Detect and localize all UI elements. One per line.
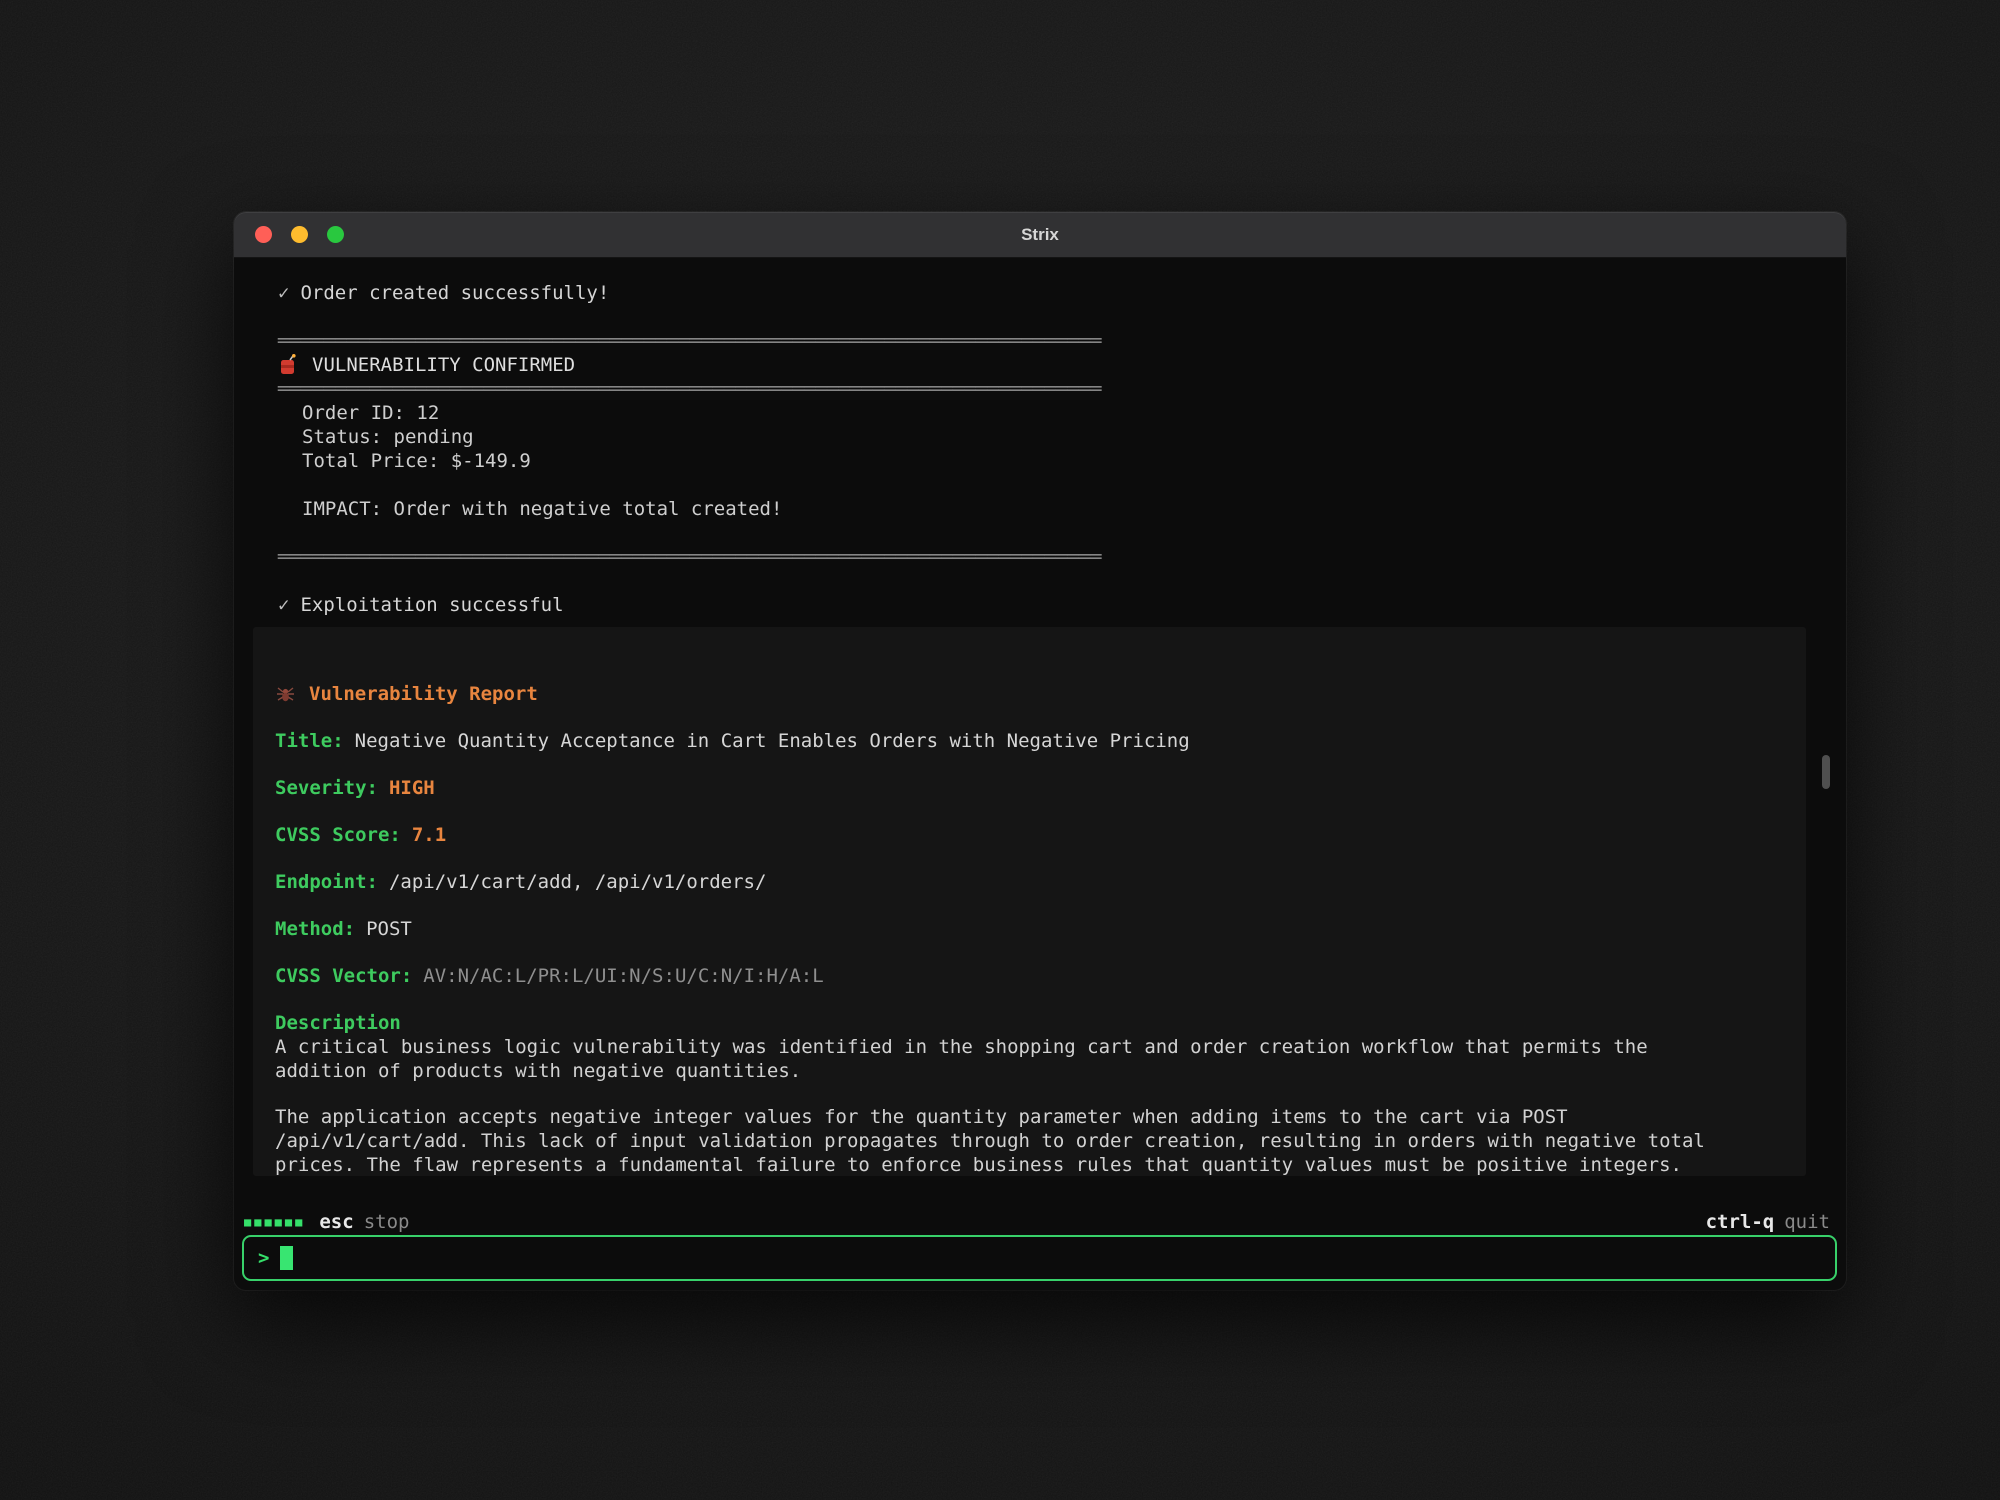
vulnerability-report-panel: Vulnerability Report Title: Negative Quan…	[253, 627, 1806, 1176]
order-status-line: Status: pending	[234, 425, 1846, 449]
field-label: Title:	[275, 730, 344, 752]
report-field-endpoint: Endpoint: /api/v1/cart/add, /api/v1/order…	[275, 870, 1766, 894]
check-icon: ✓	[278, 282, 289, 304]
spinner-blocks-icon: ■■■■■■	[244, 1215, 305, 1229]
prompt-chevron: >	[258, 1247, 269, 1269]
cvss-score-value: 7.1	[412, 824, 446, 846]
spider-icon	[275, 684, 296, 704]
dynamite-icon	[278, 354, 298, 376]
cvss-vector-value: AV:N/AC:L/PR:L/UI:N/S:U/C:N/I:H/A:L	[423, 965, 823, 987]
status-bar: ■■■■■■ esc stop ctrl-q quit	[244, 1210, 1830, 1234]
quit-action-label: quit	[1784, 1211, 1830, 1233]
traffic-lights	[255, 212, 344, 257]
esc-action-label: stop	[364, 1211, 410, 1233]
strix-window: Strix ✓ Order created successfully! ═════…	[234, 212, 1846, 1290]
desktop-background: { "window": { "title": "Strix" }, "color…	[0, 0, 2000, 1500]
report-header: Vulnerability Report	[275, 682, 1766, 706]
severity-badge: HIGH	[389, 777, 435, 799]
description-paragraph: The application accepts negative integer…	[275, 1105, 1722, 1176]
order-created-line: ✓ Order created successfully!	[234, 281, 1846, 305]
field-label: Method:	[275, 918, 355, 940]
report-field-cvss-score: CVSS Score: 7.1	[275, 823, 1766, 847]
field-label: Endpoint:	[275, 871, 378, 893]
status-bar-left: ■■■■■■ esc stop	[244, 1211, 409, 1233]
window-title: Strix	[1021, 225, 1059, 245]
order-id-line: Order ID: 12	[234, 401, 1846, 425]
report-field-severity: Severity: HIGH	[275, 776, 1766, 800]
report-title: Vulnerability Report	[309, 682, 538, 706]
divider-line: ════════════════════════════════════════…	[234, 377, 1846, 401]
impact-line: IMPACT: Order with negative total create…	[234, 497, 1846, 521]
report-field-method: Method: POST	[275, 917, 1766, 941]
check-icon: ✓	[278, 594, 289, 616]
field-label: CVSS Vector:	[275, 965, 412, 987]
description-heading: Description	[275, 1011, 1766, 1035]
terminal-output: ✓ Order created successfully! ═══════════…	[234, 281, 1846, 1176]
minimize-button[interactable]	[291, 226, 308, 243]
text-cursor	[280, 1246, 293, 1270]
field-label: Severity:	[275, 777, 378, 799]
window-titlebar[interactable]: Strix	[234, 212, 1846, 258]
field-value: Negative Quantity Acceptance in Cart Ena…	[355, 730, 1190, 752]
vulnerability-confirmed-line: VULNERABILITY CONFIRMED	[234, 353, 1846, 377]
field-label: CVSS Score:	[275, 824, 401, 846]
description-paragraph: A critical business logic vulnerability …	[275, 1035, 1722, 1083]
close-button[interactable]	[255, 226, 272, 243]
vulnerability-confirmed-text: VULNERABILITY CONFIRMED	[312, 353, 575, 377]
exploitation-text: Exploitation successful	[300, 594, 563, 616]
report-field-title: Title: Negative Quantity Acceptance in Ca…	[275, 729, 1766, 753]
esc-key-hint[interactable]: esc	[319, 1211, 353, 1233]
field-value: /api/v1/cart/add, /api/v1/orders/	[389, 871, 767, 893]
divider-line: ════════════════════════════════════════…	[234, 545, 1846, 569]
report-field-cvss-vector: CVSS Vector: AV:N/AC:L/PR:L/UI:N/S:U/C:N/…	[275, 964, 1766, 988]
exploitation-line: ✓ Exploitation successful	[234, 593, 1846, 617]
field-value: POST	[366, 918, 412, 940]
status-bar-right: ctrl-q quit	[1706, 1211, 1830, 1233]
divider-line: ════════════════════════════════════════…	[234, 329, 1846, 353]
command-input[interactable]: >	[242, 1235, 1837, 1281]
zoom-button[interactable]	[327, 226, 344, 243]
order-created-text: Order created successfully!	[300, 282, 609, 304]
total-price-line: Total Price: $-149.9	[234, 449, 1846, 473]
ctrl-q-key-hint[interactable]: ctrl-q	[1706, 1211, 1775, 1233]
scrollbar-thumb[interactable]	[1822, 755, 1830, 789]
